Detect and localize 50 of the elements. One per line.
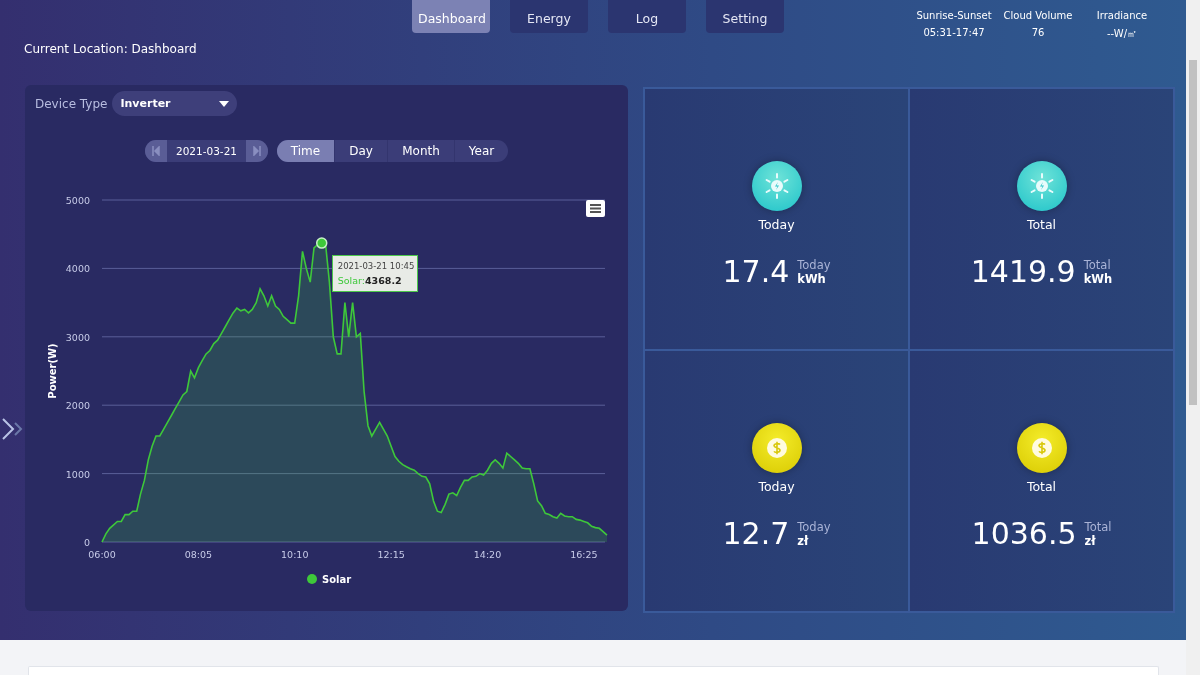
x-tick-label: 12:15 [377,549,405,560]
stat-unit: zł [797,533,809,548]
nav-tab[interactable]: Setting [706,0,784,33]
weather-label: Sunrise-Sunset [916,10,992,21]
stat-label: Total [1026,217,1057,232]
stat-value: 1419.9 [970,254,1076,289]
stat-label: Today [758,217,795,232]
x-tick-label: 16:25 [570,549,598,560]
tooltip-value: 4368.2 [364,275,402,287]
weather-value: 05:31-17:47 [923,27,985,38]
stat-sub-label: Today [797,519,831,534]
current-location: Current Location: Dashboard [24,42,197,56]
y-tick-label: 0 [83,537,90,548]
weather-label: Cloud Volume [1003,10,1073,21]
period-tab[interactable]: Month [387,140,454,162]
y-axis-label: Power(W) [47,343,58,399]
stat-label: Today [758,479,795,494]
stat-sub-label: Total [1084,519,1112,534]
stat-value: 12.7 [722,516,790,551]
stat-value: 17.4 [722,254,790,289]
tooltip-series: Solar: [337,275,365,287]
stat-unit: kWh [797,271,826,286]
stat-value: 1036.5 [971,516,1077,551]
y-tick-label: 3000 [65,331,90,343]
weather-value: --W/㎡ [1106,27,1138,41]
weather-label: Irradiance [1096,10,1148,21]
x-tick-label: 06:00 [88,549,116,560]
legend-label[interactable]: Solar [322,574,352,585]
nav-tab[interactable]: Dashboard [412,0,490,33]
stat-sub-label: Total [1083,257,1112,272]
y-tick-label: 5000 [65,195,90,206]
period-tab[interactable]: Time [277,140,334,162]
period-tab[interactable]: Year [454,140,508,162]
y-tick-label: 2000 [65,400,90,412]
device-type-select[interactable]: Inverter [112,91,238,116]
period-tab[interactable]: Day [334,140,387,162]
nav-tab[interactable]: Log [608,0,686,33]
weather-value: 76 [1031,27,1045,38]
x-tick-label: 10:10 [281,549,309,560]
stat-unit: kWh [1083,271,1113,286]
nav-tab[interactable]: Energy [510,0,588,33]
device-type-label: Device Type [35,96,108,111]
x-tick-label: 14:20 [473,549,502,560]
x-tick-label: 08:05 [184,549,213,560]
y-tick-label: 1000 [65,468,90,480]
tooltip-title: 2021-03-21 10:45 [337,261,412,272]
stat-label: Total [1026,479,1057,494]
stat-sub-label: Today [797,257,831,272]
y-tick-label: 4000 [65,263,90,275]
stat-unit: zł [1084,533,1097,548]
